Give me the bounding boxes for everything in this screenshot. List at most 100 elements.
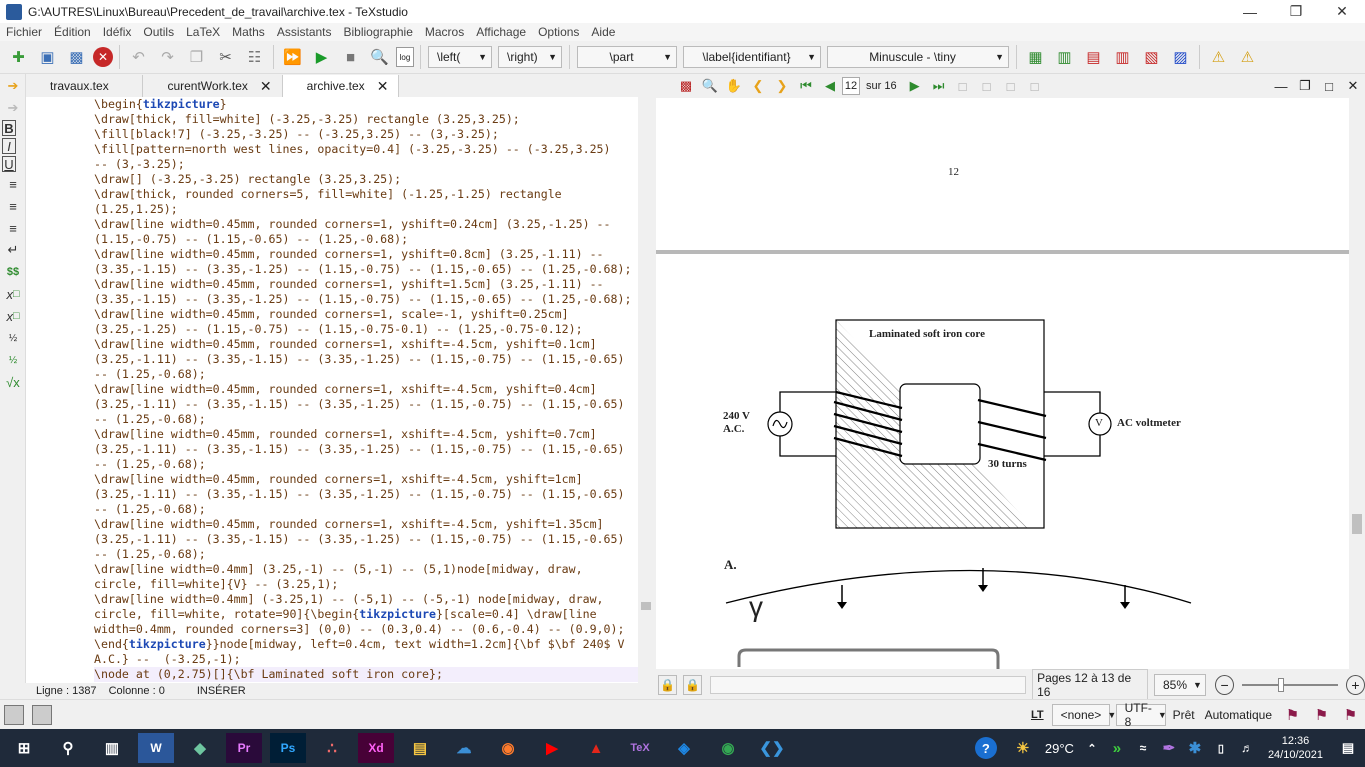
code-line[interactable]: A.C.} -- (-3.25,-1);	[94, 652, 638, 667]
code-line[interactable]: width=0.4mm, rounded corners=3] (0,0) --…	[94, 622, 638, 637]
code-line[interactable]: \begin{tikzpicture}	[94, 97, 638, 112]
pdf-maximize-icon[interactable]: □	[1319, 76, 1339, 96]
code-line[interactable]: \end{tikzpicture}}node[midway, left=0.4c…	[94, 637, 638, 652]
texstudio-alt-icon[interactable]: TeX	[622, 733, 658, 763]
code-line[interactable]: \draw[line width=0.45mm, rounded corners…	[94, 307, 638, 322]
battery-icon[interactable]: ▯	[1212, 733, 1230, 763]
bluetooth-icon[interactable]: ✱	[1186, 733, 1204, 763]
start-icon[interactable]: ⊞	[6, 733, 42, 763]
code-line[interactable]: \draw[] (-3.25,-3.25) rectangle (3.25,3.…	[94, 172, 638, 187]
asana-icon[interactable]: ∴	[314, 733, 350, 763]
sectioning-select[interactable]: \part ▼	[577, 46, 677, 68]
menu-edition[interactable]: Édition	[48, 25, 97, 39]
table-cline-icon[interactable]: ▧	[1139, 45, 1164, 70]
code-line[interactable]: -- (1.25,-0.68);	[94, 502, 638, 517]
notification-icon[interactable]: ▤	[1335, 733, 1361, 763]
language-select[interactable]: <none> ▼	[1051, 703, 1116, 726]
copy-icon[interactable]: ❐	[184, 45, 209, 70]
code-line[interactable]: (3.25,-1.11) -- (3.35,-1.15) -- (3.35,-1…	[94, 397, 638, 412]
dfrac-icon[interactable]: ½	[2, 350, 24, 370]
code-line[interactable]: (3.25,-1.25) -- (1.15,-0.75) -- (1.15,-0…	[94, 322, 638, 337]
code-line[interactable]: \draw[line width=0.45mm, rounded corners…	[94, 337, 638, 352]
menu-aide[interactable]: Aide	[585, 25, 621, 39]
acrobat-icon[interactable]: ▲	[578, 733, 614, 763]
bookmark-add-icon[interactable]: ⚑	[1309, 702, 1334, 727]
zoom-in-button[interactable]: +	[1345, 675, 1365, 695]
menu-affichage[interactable]: Affichage	[470, 25, 532, 39]
bold-icon[interactable]: B	[2, 120, 16, 136]
menu-outils[interactable]: Outils	[137, 25, 180, 39]
menu-idefix[interactable]: Idéfix	[97, 25, 138, 39]
encoding-select[interactable]: UTF-8 ▼	[1115, 701, 1167, 729]
undo-icon[interactable]: ↶	[126, 45, 151, 70]
tab-archive[interactable]: archive.tex ✕	[282, 75, 400, 97]
superscript-icon[interactable]: x □	[2, 306, 24, 326]
sqrt-icon[interactable]: √x	[2, 372, 24, 392]
code-line[interactable]: \draw[line width=0.4mm] (3.25,-1) -- (5,…	[94, 562, 638, 577]
code-line[interactable]: \draw[line width=0.45mm, rounded corners…	[94, 427, 638, 442]
code-line[interactable]: (1.15,-0.75) -- (1.15,-0.65) -- (1.25,-0…	[94, 232, 638, 247]
compile-icon[interactable]: ▶	[309, 45, 334, 70]
code-line[interactable]: \draw[line width=0.4mm] (-3.25,1) -- (-5…	[94, 592, 638, 607]
forward-arrow-icon[interactable]: ➔	[2, 98, 24, 118]
log-icon[interactable]: log	[396, 47, 414, 67]
italic-icon[interactable]: I	[2, 138, 16, 154]
next-page-icon[interactable]: ▶	[905, 76, 925, 96]
maximize-button[interactable]: ❐	[1273, 0, 1319, 23]
help-icon[interactable]: ?	[974, 737, 997, 759]
code-line[interactable]: -- (1.25,-0.68);	[94, 367, 638, 382]
pdf-viewer[interactable]: 12 Laminated soft iron core 240 V A.C. V…	[656, 98, 1349, 669]
xd-icon[interactable]: Xd	[358, 733, 394, 763]
bookmark-remove-icon[interactable]: ⚑	[1338, 702, 1363, 727]
pdf-export-icon[interactable]: ▩	[676, 76, 696, 96]
font-size-select[interactable]: Minuscule - \tiny ▼	[827, 46, 1009, 68]
new-file-icon[interactable]: ✚	[6, 45, 31, 70]
table-insert-row-icon[interactable]: ▦	[1023, 45, 1048, 70]
menu-assistants[interactable]: Assistants	[271, 25, 338, 39]
scroll-thumb[interactable]	[641, 602, 651, 610]
search-icon[interactable]: ⚲	[50, 733, 86, 763]
close-file-icon[interactable]: ✕	[93, 47, 113, 67]
code-line[interactable]: -- (1.25,-0.68);	[94, 412, 638, 427]
minimize-button[interactable]: —	[1227, 0, 1273, 23]
first-page-icon[interactable]: ⏮	[796, 76, 816, 96]
vscode-icon[interactable]: ❮❯	[754, 733, 790, 763]
code-line[interactable]: (3.25,-1.11) -- (3.35,-1.15) -- (3.35,-1…	[94, 442, 638, 457]
code-line[interactable]: -- (3,-3.25);	[94, 157, 638, 172]
file-explorer-icon[interactable]: ▤	[402, 733, 438, 763]
close-tab-icon[interactable]: ✕	[260, 78, 272, 95]
bookmark-icon[interactable]: ⚑	[1280, 702, 1305, 727]
code-line[interactable]: \draw[line width=0.45mm, rounded corners…	[94, 517, 638, 532]
close-tab-icon[interactable]: ✕	[377, 78, 389, 95]
chrome-icon[interactable]: ◉	[710, 733, 746, 763]
align-right-icon[interactable]: ≡	[2, 218, 24, 238]
last-page-icon[interactable]: ⏭	[929, 76, 949, 96]
code-line[interactable]: (3.25,-1.11) -- (3.35,-1.15) -- (3.35,-1…	[94, 487, 638, 502]
continuous-icon[interactable]: □	[977, 76, 997, 96]
photoshop-icon[interactable]: Ps	[270, 733, 306, 763]
firefox-icon[interactable]: ◉	[490, 733, 526, 763]
label-select[interactable]: \label{identifiant} ▼	[683, 46, 821, 68]
code-line[interactable]: \fill[pattern=north west lines, opacity=…	[94, 142, 638, 157]
save-icon[interactable]: ▩	[64, 45, 89, 70]
open-file-icon[interactable]: ▣	[35, 45, 60, 70]
code-line[interactable]: \draw[thick, fill=white] (-3.25,-3.25) r…	[94, 112, 638, 127]
code-line[interactable]: \draw[line width=0.45mm, rounded corners…	[94, 247, 638, 262]
menu-fichier[interactable]: Fichier	[0, 25, 48, 39]
zoom-slider-handle[interactable]	[1278, 678, 1285, 692]
table-insert-column-icon[interactable]: ▥	[1052, 45, 1077, 70]
prev-page-icon[interactable]: ◀	[820, 76, 840, 96]
pdf-close-icon[interactable]: ✕	[1343, 76, 1363, 96]
table-remove-row-icon[interactable]: ▤	[1081, 45, 1106, 70]
code-line[interactable]: (3.35,-1.15) -- (3.35,-1.25) -- (1.15,-0…	[94, 292, 638, 307]
back-arrow-icon[interactable]: ➔	[2, 76, 24, 96]
build-view-icon[interactable]: ⏩	[280, 45, 305, 70]
code-line[interactable]: \draw[line width=0.45mm, rounded corners…	[94, 277, 638, 292]
auto-status[interactable]: Automatique	[1205, 708, 1272, 722]
network-app-icon[interactable]: »	[1108, 733, 1126, 763]
pen-icon[interactable]: ✒	[1160, 733, 1178, 763]
fit-width-icon[interactable]: □	[1025, 76, 1045, 96]
hand-icon[interactable]: ✋	[724, 76, 744, 96]
view-pdf-icon[interactable]: 🔍	[367, 45, 392, 70]
zoom-slider[interactable]	[1242, 678, 1338, 692]
